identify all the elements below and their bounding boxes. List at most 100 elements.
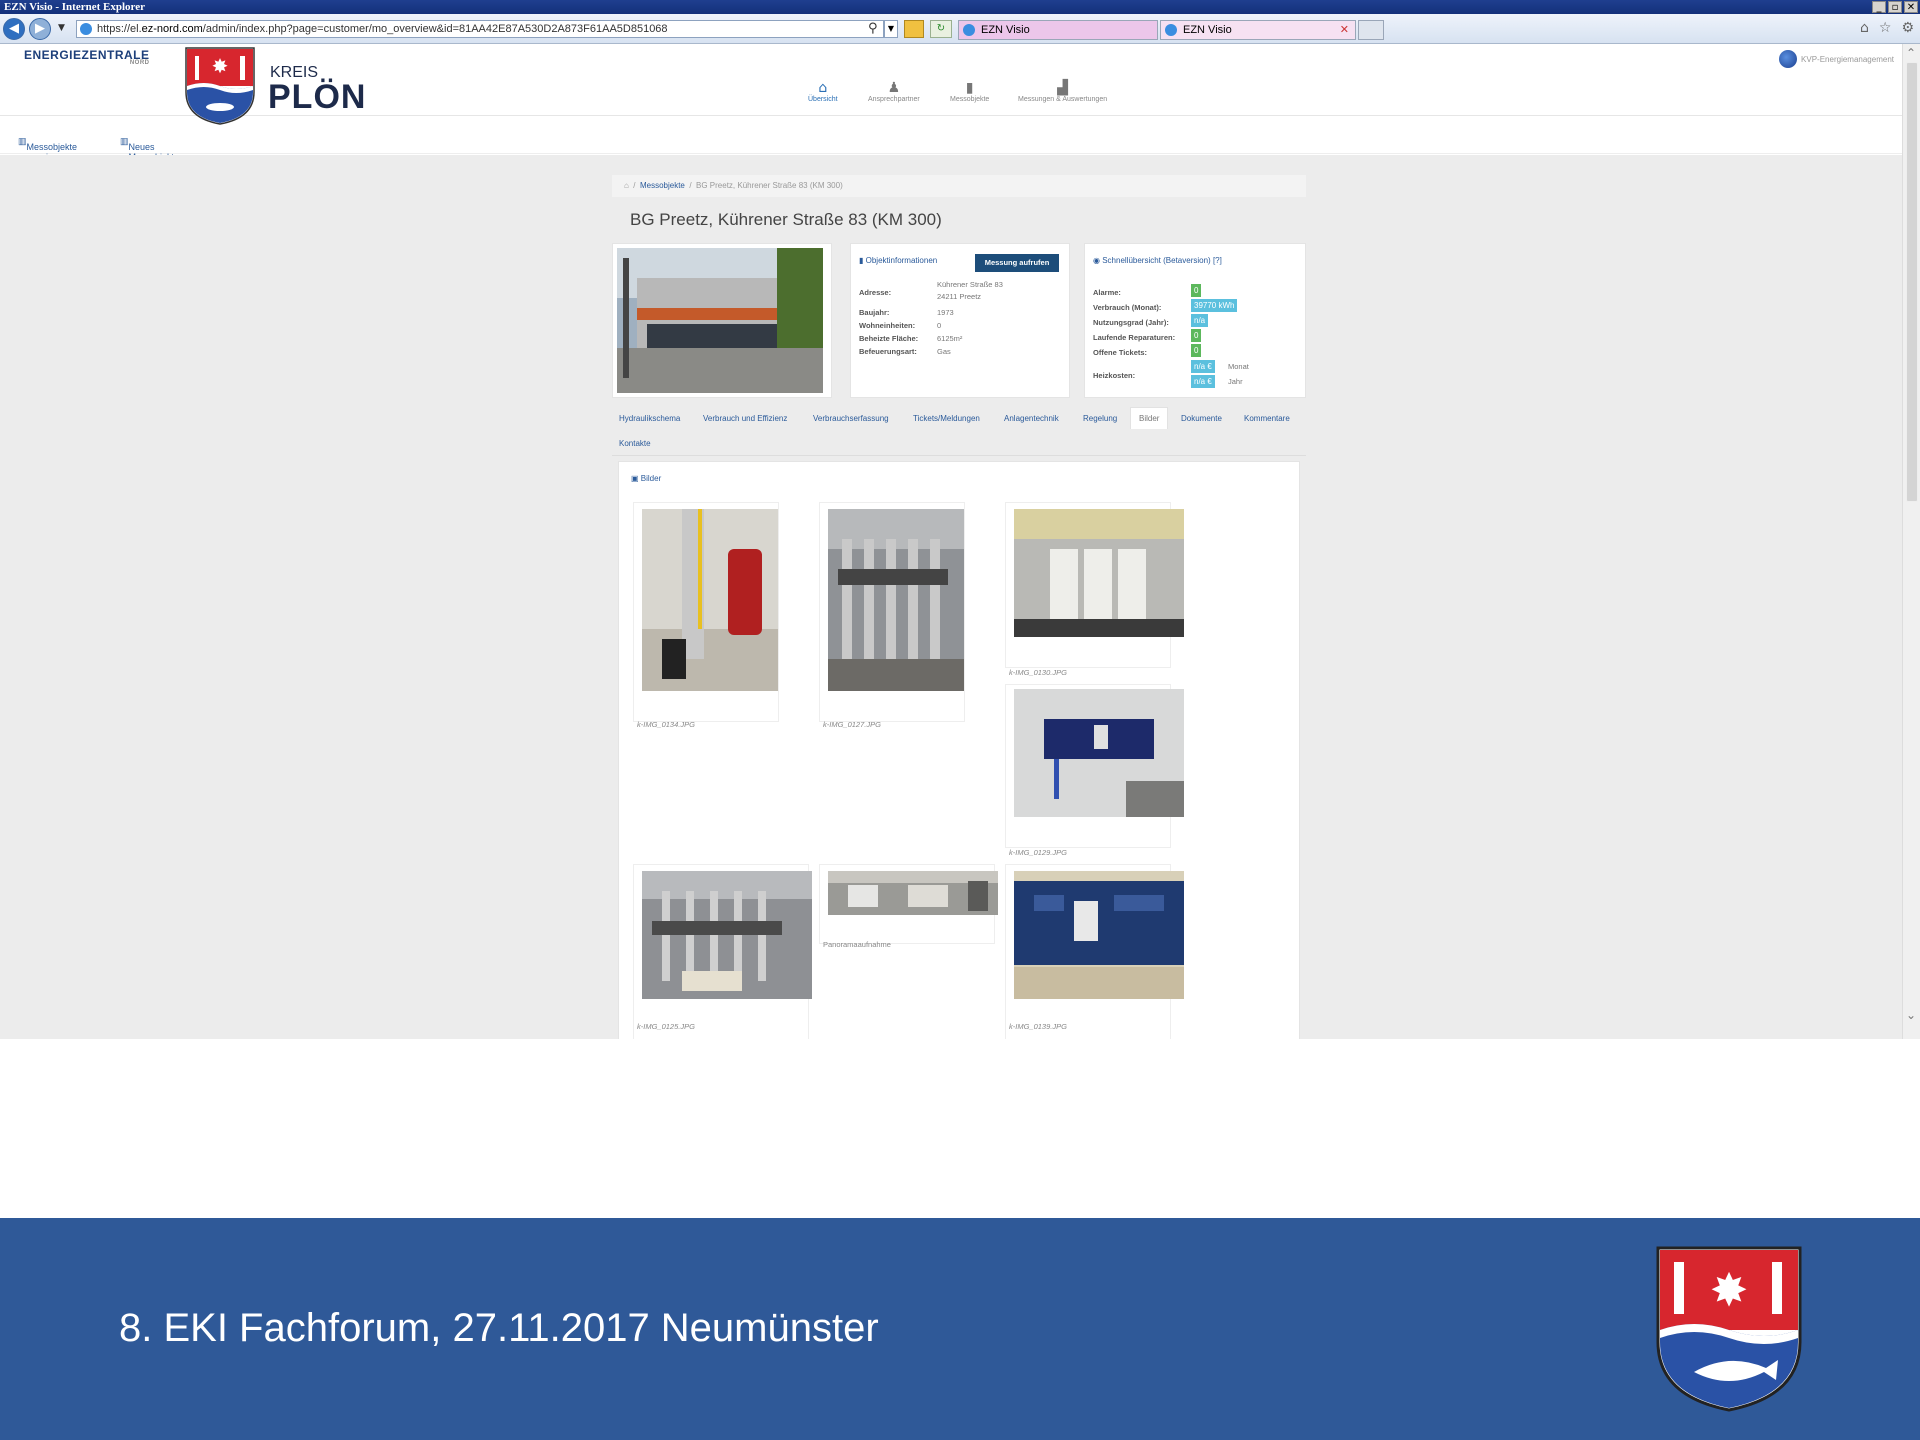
tickets-label: Offene Tickets: (1093, 348, 1148, 357)
gallery-item[interactable] (819, 864, 998, 944)
heating-month-badge: n/a € (1191, 360, 1215, 373)
gallery-image (1014, 689, 1184, 817)
nav-contacts[interactable]: ♟ Ansprechpartner (868, 80, 920, 103)
gallery-image (1014, 871, 1184, 999)
tab-verbrauch-effizienz[interactable]: Verbrauch und Effizienz (703, 414, 787, 423)
page-scrollbar[interactable]: ⌃ ⌄ (1902, 44, 1920, 1039)
address-bar[interactable]: https://el.ez-nord.com/admin/index.php?p… (76, 20, 884, 38)
gallery-item[interactable] (633, 502, 779, 722)
repairs-badge: 0 (1191, 329, 1202, 342)
history-dropdown-icon[interactable]: ▼ (58, 23, 65, 33)
new-tab-button[interactable] (1358, 20, 1384, 40)
breadcrumb-objects[interactable]: Messobjekte (640, 181, 685, 190)
breadcrumb: ⌂ / Messobjekte / BG Preetz, Kührener St… (612, 175, 1306, 197)
forward-button[interactable]: ▶ (29, 18, 51, 40)
home-icon[interactable]: ⌂ (624, 181, 629, 190)
user-name: KVP-Energiemanagement (1801, 54, 1894, 64)
address-label: Adresse: (859, 288, 892, 297)
favorites-star-icon[interactable]: ☆ (1879, 20, 1892, 36)
gallery-item[interactable] (633, 864, 812, 1039)
gallery-image (828, 871, 998, 915)
tab-regelung[interactable]: Regelung (1083, 414, 1117, 423)
footer-band: 8. EKI Fachforum, 27.11.2017 Neumünster … (0, 1218, 1920, 1440)
heating-year-unit: Jahr (1228, 377, 1243, 386)
tab-bilder[interactable]: Bilder (1130, 407, 1169, 429)
svg-text:✸: ✸ (212, 54, 229, 78)
gallery-item[interactable] (1005, 502, 1184, 668)
units-label: Wohneinheiten: (859, 321, 916, 330)
scroll-up-icon[interactable]: ⌃ (1906, 46, 1916, 60)
gallery-caption: k-IMG_0134.JPG (637, 720, 695, 729)
tab-label: EZN Visio (981, 24, 1030, 36)
tab-anlagentechnik[interactable]: Anlagentechnik (1004, 414, 1059, 423)
nav-measurements[interactable]: ▟ Messungen & Auswertungen (1018, 80, 1107, 103)
page-body: ⌂ / Messobjekte / BG Preetz, Kührener St… (0, 155, 1902, 1039)
window-title: EZN Visio - Internet Explorer (4, 1, 145, 13)
tab-dokumente[interactable]: Dokumente (1181, 414, 1222, 423)
close-window-button[interactable]: ✕ (1904, 1, 1918, 13)
area-label: Beheizte Fläche: (859, 334, 919, 343)
new-object-link[interactable]: ▥ Neues Messobjekt (120, 136, 174, 162)
address-line-1: Kührener Straße 83 (937, 280, 1003, 289)
user-menu[interactable]: KVP-Energiemanagement (1779, 50, 1894, 68)
nav-objects[interactable]: ▮ Messobjekte (950, 80, 989, 103)
browser-tool-icons: ⌂ ☆ ⚙ (1860, 20, 1914, 36)
alarms-label: Alarme: (1093, 288, 1121, 297)
url-prefix: https://el. (97, 23, 142, 35)
minimize-button[interactable]: _ (1872, 1, 1886, 13)
year-label: Baujahr: (859, 308, 890, 317)
kreis-ploen-crest: ✸ (185, 47, 255, 125)
page-title: BG Preetz, Kührener Straße 83 (KM 300) (630, 210, 942, 229)
heating-label: Heizkosten: (1093, 371, 1136, 380)
globe-icon (1779, 50, 1798, 68)
search-icon[interactable]: ⚲ (868, 21, 878, 36)
measure-button[interactable]: Messung aufrufen (975, 254, 1059, 272)
gallery-item[interactable] (1005, 684, 1184, 848)
tab-hydraulikschema[interactable]: Hydraulikschema (619, 414, 680, 423)
settings-gear-icon[interactable]: ⚙ (1901, 20, 1914, 36)
scroll-down-icon[interactable]: ⌄ (1906, 1008, 1916, 1022)
usage-badge: 39770 kWh (1191, 299, 1238, 312)
quick-overview-card: ◉ Schnellübersicht (Betaversion) [?] Ala… (1084, 243, 1306, 398)
restore-button[interactable]: ▫ (1888, 1, 1902, 13)
gallery-image (1014, 509, 1184, 637)
nav-label: Ansprechpartner (868, 96, 920, 103)
gallery-header-text: Bilder (640, 474, 662, 483)
ezn-logo[interactable]: ENERGIEZENTRALE NORD (24, 48, 150, 66)
object-info-header: ▮ Objektinformationen (859, 256, 938, 265)
nav-label: Messobjekte (950, 96, 990, 103)
nav-overview[interactable]: ⌂ Übersicht (808, 80, 838, 103)
nav-label: Messungen & Auswertungen (1018, 96, 1108, 103)
address-dropdown-icon[interactable]: ▼ (884, 20, 898, 38)
quick-overview-header: ◉ Schnellübersicht (Betaversion) [?] (1093, 256, 1222, 265)
help-link[interactable]: [?] (1213, 256, 1222, 265)
tab-kommentare[interactable]: Kommentare (1244, 414, 1290, 423)
url-path: /admin/index.php?page=customer/mo_overvi… (202, 23, 668, 35)
fuel-label: Befeuerungsart: (859, 347, 917, 356)
gallery-image (642, 509, 778, 691)
ie-tab-icon (963, 24, 975, 36)
browser-tab-1[interactable]: EZN Visio (958, 20, 1158, 40)
tab-label: EZN Visio (1183, 24, 1232, 36)
object-photo[interactable] (617, 248, 823, 393)
gallery-item[interactable] (819, 502, 965, 722)
tab-close-icon[interactable]: ✕ (1340, 21, 1349, 39)
app-header: ENERGIEZENTRALE NORD ✸ KREIS PLÖN ⌂ Über… (0, 44, 1902, 125)
tab-kontakte[interactable]: Kontakte (619, 439, 651, 448)
fuel-value: Gas (937, 347, 951, 356)
back-button[interactable]: ◀ (3, 18, 25, 40)
window-controls: _ ▫ ✕ (1872, 1, 1918, 13)
show-objects-link[interactable]: ▥ Messobjekte anzeigen (18, 136, 77, 162)
home-icon[interactable]: ⌂ (1860, 20, 1869, 36)
lock-icon[interactable] (904, 20, 924, 38)
refresh-icon[interactable]: ↻ (930, 20, 952, 38)
nav-label: Übersicht (808, 96, 838, 103)
ploen-label: PLÖN (268, 78, 367, 116)
gallery-caption: k-IMG_0130.JPG (1009, 668, 1067, 677)
browser-tab-2[interactable]: EZN Visio ✕ (1160, 20, 1356, 40)
tab-tickets[interactable]: Tickets/Meldungen (913, 414, 980, 423)
gallery-item[interactable] (1005, 864, 1184, 1039)
object-photo-card (612, 243, 832, 398)
scrollbar-thumb[interactable] (1906, 62, 1918, 502)
tab-verbrauchserfassung[interactable]: Verbrauchserfassung (813, 414, 889, 423)
